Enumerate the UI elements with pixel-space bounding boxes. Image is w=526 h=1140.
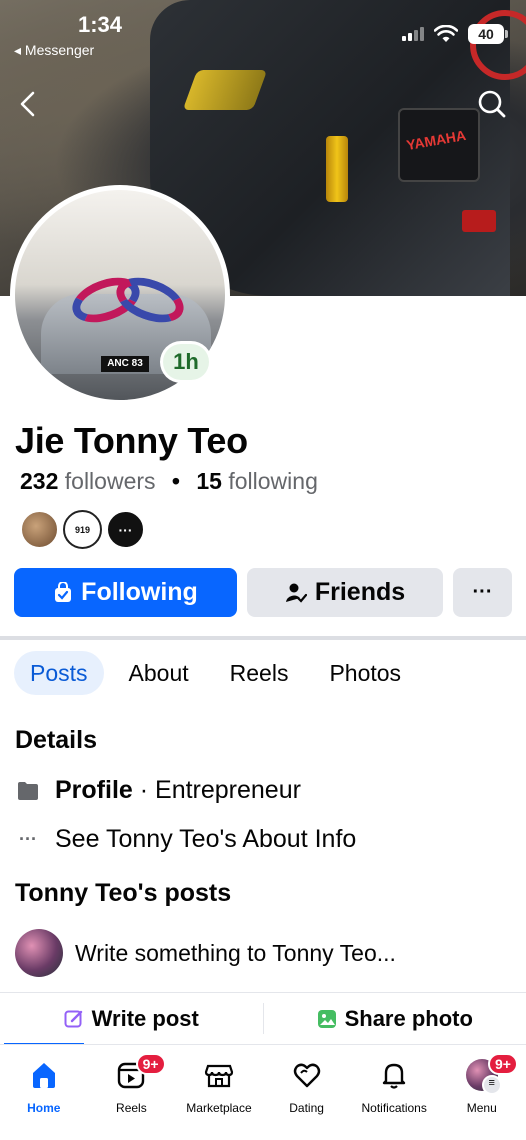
details-heading: Details [15,726,97,754]
friends-button[interactable]: Friends [247,568,443,617]
search-icon [478,90,506,118]
cover-license-plate: YAMAHA [398,108,480,182]
nav-home[interactable]: Home [0,1045,88,1140]
home-icon [32,1063,55,1088]
nav-marketplace[interactable]: Marketplace [175,1045,263,1140]
profile-flag-icon [15,781,41,801]
about-info-label: See Tonny Teo's About Info [55,825,357,853]
write-post-label: Write post [91,1005,199,1031]
avatar-plate: ANC 83 [101,356,149,372]
following-label: Following [81,578,198,606]
more-icon: ··· [472,581,493,603]
nav-dating[interactable]: Dating [263,1045,351,1140]
story-time-badge[interactable]: 1h [160,341,212,383]
battery-icon: 40 [468,24,508,44]
story-time: 1h [163,344,209,380]
nav-notifications-label: Notifications [361,1101,427,1115]
detail-profile-label: Profile [55,776,133,804]
share-photo-button[interactable]: Share photo [262,1003,526,1034]
status-icons: 40 [402,24,508,44]
nav-reels[interactable]: 9+ Reels [88,1045,176,1140]
followers-count[interactable]: 232 [20,468,58,494]
mutual-avatar[interactable] [20,510,59,549]
profile-name: Jie Tonny Teo [15,420,248,461]
ellipsis-icon: ··· [19,829,37,849]
cover-plate-text: YAMAHA [405,126,468,154]
profile-tabs: Posts About Reels Photos [14,651,426,695]
more-options-button[interactable]: ··· [453,568,512,617]
chevron-left-icon [20,91,35,117]
share-photo-label: Share photo [344,1005,473,1031]
following-button[interactable]: Following [14,568,237,617]
bell-icon [382,1063,406,1089]
composer-actions: Write post Share photo [0,992,526,1044]
mutual-avatar[interactable]: ··· [106,510,145,549]
section-divider [0,636,526,640]
tab-about[interactable]: About [113,651,205,695]
menu-badge: 9+ [487,1053,518,1075]
tab-reels[interactable]: Reels [214,651,305,695]
write-post-button[interactable]: Write post [0,993,263,1044]
back-button[interactable] [10,86,46,122]
nav-dating-label: Dating [289,1101,324,1115]
signal-icon [402,27,424,41]
edit-icon [64,1010,82,1027]
wifi-icon [434,25,458,42]
posts-heading: Tonny Teo's posts [15,879,232,907]
following-check-icon [55,581,72,602]
status-time: 1:34 [78,12,123,37]
dating-icon [293,1063,320,1088]
photo-icon [317,1009,336,1028]
friends-label: Friends [314,578,406,606]
nav-notifications[interactable]: Notifications [350,1045,438,1140]
mutual-friends[interactable]: 919 ··· [20,510,149,549]
about-info-link[interactable]: ··· See Tonny Teo's About Info [15,825,356,854]
composer-input[interactable]: Write something to Tonny Teo... [75,940,396,967]
detail-category: Entrepreneur [155,776,301,804]
cover-bike-accent [182,70,268,110]
counts-separator: • [171,468,180,494]
detail-separator: · [132,776,156,804]
follow-counts: 232 followers • 15 following [20,468,318,495]
mutual-avatar[interactable]: 919 [63,510,102,549]
tab-photos[interactable]: Photos [313,651,417,695]
back-to-messenger[interactable]: ◂ Messenger [14,42,94,59]
nav-menu-label: Menu [466,1101,497,1115]
profile-actions: Following Friends ··· [14,568,512,617]
followers-label[interactable]: followers [65,468,156,494]
friend-check-icon [285,583,307,603]
marketplace-icon [204,1064,234,1088]
reels-badge: 9+ [135,1053,166,1075]
cover-taillight [462,210,496,232]
nav-menu[interactable]: 9+ Menu [438,1045,526,1140]
following-label[interactable]: following [228,468,318,494]
detail-profile-row: Profile · Entrepreneur [15,776,301,805]
nav-marketplace-label: Marketplace [186,1101,252,1115]
cover-shock-absorber [326,136,348,202]
nav-home-label: Home [27,1101,61,1115]
composer-avatar [15,929,63,977]
search-button[interactable] [474,86,510,122]
bottom-nav: Home 9+ Reels Marketplace Dating Notific… [0,1044,526,1140]
following-count[interactable]: 15 [196,468,222,494]
tab-posts[interactable]: Posts [14,651,104,695]
nav-reels-label: Reels [116,1101,147,1115]
